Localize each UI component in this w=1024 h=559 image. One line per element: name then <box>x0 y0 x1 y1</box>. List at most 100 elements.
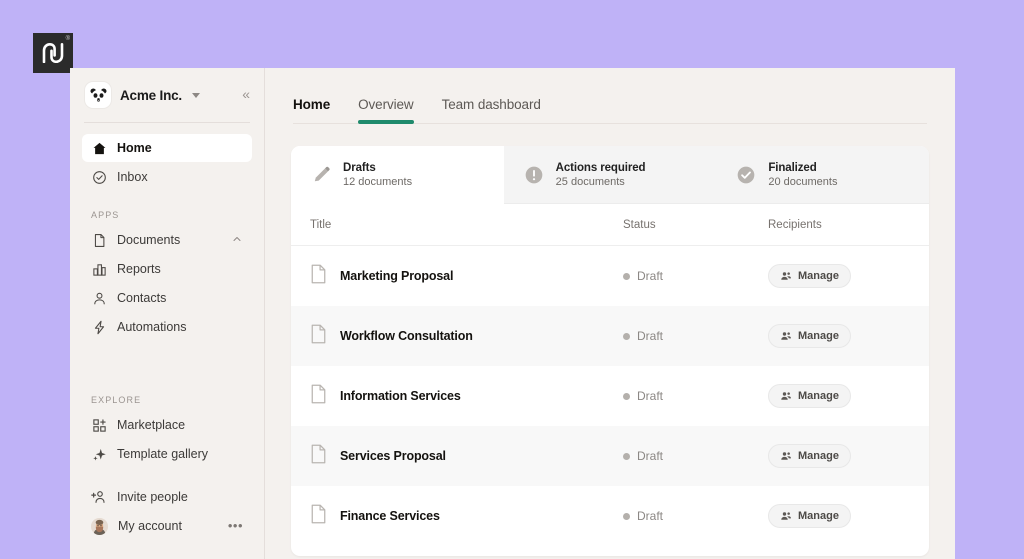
tab-bar: Home Overview Team dashboard <box>291 68 929 124</box>
document-icon <box>310 384 327 409</box>
manage-recipients-button[interactable]: Manage <box>768 384 851 408</box>
registered-mark: ® <box>66 36 70 42</box>
stat-finalized-subtitle: 20 documents <box>768 176 837 188</box>
sidebar-item-invite-people[interactable]: Invite people <box>82 483 252 511</box>
person-icon <box>91 290 107 306</box>
status-dot-icon <box>623 513 630 520</box>
stat-actions-title: Actions required <box>556 162 646 174</box>
stat-drafts-title: Drafts <box>343 162 412 174</box>
status-badge: Draft <box>623 449 768 463</box>
status-label: Draft <box>637 269 663 283</box>
manage-recipients-button[interactable]: Manage <box>768 504 851 528</box>
document-icon <box>310 504 327 529</box>
stat-actions-subtitle: 25 documents <box>556 176 646 188</box>
stat-card-actions-required[interactable]: Actions required 25 documents <box>504 146 717 204</box>
stat-drafts-subtitle: 12 documents <box>343 176 412 188</box>
sidebar-divider <box>84 122 250 123</box>
row-title-cell: Services Proposal <box>310 444 623 469</box>
home-icon <box>91 140 107 156</box>
sidebar-item-my-account[interactable]: My account ••• <box>82 512 252 540</box>
table-row[interactable]: Services Proposal Draft <box>291 426 929 486</box>
person-plus-icon <box>91 489 107 505</box>
stat-drafts-text: Drafts 12 documents <box>343 162 412 188</box>
manage-button-label: Manage <box>798 510 839 522</box>
sidebar-item-home[interactable]: Home <box>82 134 252 162</box>
status-label: Draft <box>637 449 663 463</box>
document-title: Services Proposal <box>340 449 446 463</box>
sidebar-item-marketplace[interactable]: Marketplace <box>82 411 252 439</box>
row-title-cell: Marketing Proposal <box>310 264 623 289</box>
status-dot-icon <box>623 273 630 280</box>
lightning-bolt-icon <box>91 319 107 335</box>
pencil-icon <box>310 164 332 186</box>
panda-logo <box>85 82 111 108</box>
status-badge: Draft <box>623 389 768 403</box>
documents-card: Drafts 12 documents <box>291 146 929 556</box>
column-header-recipients: Recipients <box>768 219 910 231</box>
sidebar-item-inbox[interactable]: Inbox <box>82 163 252 191</box>
column-header-status: Status <box>623 219 768 231</box>
document-title: Information Services <box>340 389 461 403</box>
ellipsis-icon[interactable]: ••• <box>228 523 243 529</box>
sidebar-item-documents[interactable]: Documents <box>82 226 252 254</box>
status-dot-icon <box>623 333 630 340</box>
document-icon <box>310 324 327 349</box>
document-icon <box>310 264 327 289</box>
manage-recipients-button[interactable]: Manage <box>768 264 851 288</box>
sidebar-item-documents-label: Documents <box>117 233 180 247</box>
table-row[interactable]: Marketing Proposal Draft <box>291 246 929 306</box>
column-header-title: Title <box>310 219 623 231</box>
sidebar-item-automations-label: Automations <box>117 320 186 334</box>
sidebar: Acme Inc. « Home Inbox <box>70 68 265 559</box>
org-name: Acme Inc. <box>120 88 182 103</box>
people-icon <box>780 330 792 342</box>
stat-actions-text: Actions required 25 documents <box>556 162 646 188</box>
sidebar-item-home-label: Home <box>117 141 152 155</box>
row-recipients-cell: Manage <box>768 444 910 468</box>
org-switcher[interactable]: Acme Inc. <box>82 68 252 122</box>
pd-logomark-icon <box>41 43 65 63</box>
row-title-cell: Finance Services <box>310 504 623 529</box>
bar-chart-icon <box>91 261 107 277</box>
sidebar-item-contacts-label: Contacts <box>117 291 166 305</box>
sidebar-item-template-gallery-label: Template gallery <box>117 447 208 461</box>
stat-card-drafts[interactable]: Drafts 12 documents <box>291 146 504 204</box>
sidebar-spacer <box>82 342 252 376</box>
row-title-cell: Workflow Consultation <box>310 324 623 349</box>
collapse-sidebar-button[interactable]: « <box>242 87 248 101</box>
table-row[interactable]: Information Services Draft <box>291 366 929 426</box>
panda-icon <box>89 86 108 105</box>
caret-down-icon[interactable] <box>192 93 200 98</box>
sidebar-item-contacts[interactable]: Contacts <box>82 284 252 312</box>
status-badge: Draft <box>623 509 768 523</box>
manage-recipients-button[interactable]: Manage <box>768 324 851 348</box>
document-icon <box>310 444 327 469</box>
app-window: Acme Inc. « Home Inbox <box>70 68 955 559</box>
row-title-cell: Information Services <box>310 384 623 409</box>
sidebar-item-reports-label: Reports <box>117 262 161 276</box>
grid-plus-icon <box>91 417 107 433</box>
sidebar-item-reports[interactable]: Reports <box>82 255 252 283</box>
document-title: Finance Services <box>340 509 440 523</box>
sidebar-item-automations[interactable]: Automations <box>82 313 252 341</box>
status-label: Draft <box>637 389 663 403</box>
document-icon <box>91 232 107 248</box>
people-icon <box>780 510 792 522</box>
stat-card-finalized[interactable]: Finalized 20 documents <box>716 146 929 204</box>
document-title: Workflow Consultation <box>340 329 473 343</box>
manage-recipients-button[interactable]: Manage <box>768 444 851 468</box>
status-label: Draft <box>637 329 663 343</box>
tab-team-dashboard[interactable]: Team dashboard <box>442 97 541 124</box>
table-row[interactable]: Finance Services Draft <box>291 486 929 546</box>
pandadoc-logo-badge: ® <box>33 33 73 73</box>
chevron-up-icon[interactable] <box>231 233 243 248</box>
row-recipients-cell: Manage <box>768 504 910 528</box>
tab-overview[interactable]: Overview <box>358 97 413 124</box>
sidebar-item-template-gallery[interactable]: Template gallery <box>82 440 252 468</box>
manage-button-label: Manage <box>798 330 839 342</box>
stat-finalized-text: Finalized 20 documents <box>768 162 837 188</box>
manage-button-label: Manage <box>798 390 839 402</box>
stat-finalized-title: Finalized <box>768 162 837 174</box>
table-row[interactable]: Workflow Consultation Draft <box>291 306 929 366</box>
status-dot-icon <box>623 393 630 400</box>
